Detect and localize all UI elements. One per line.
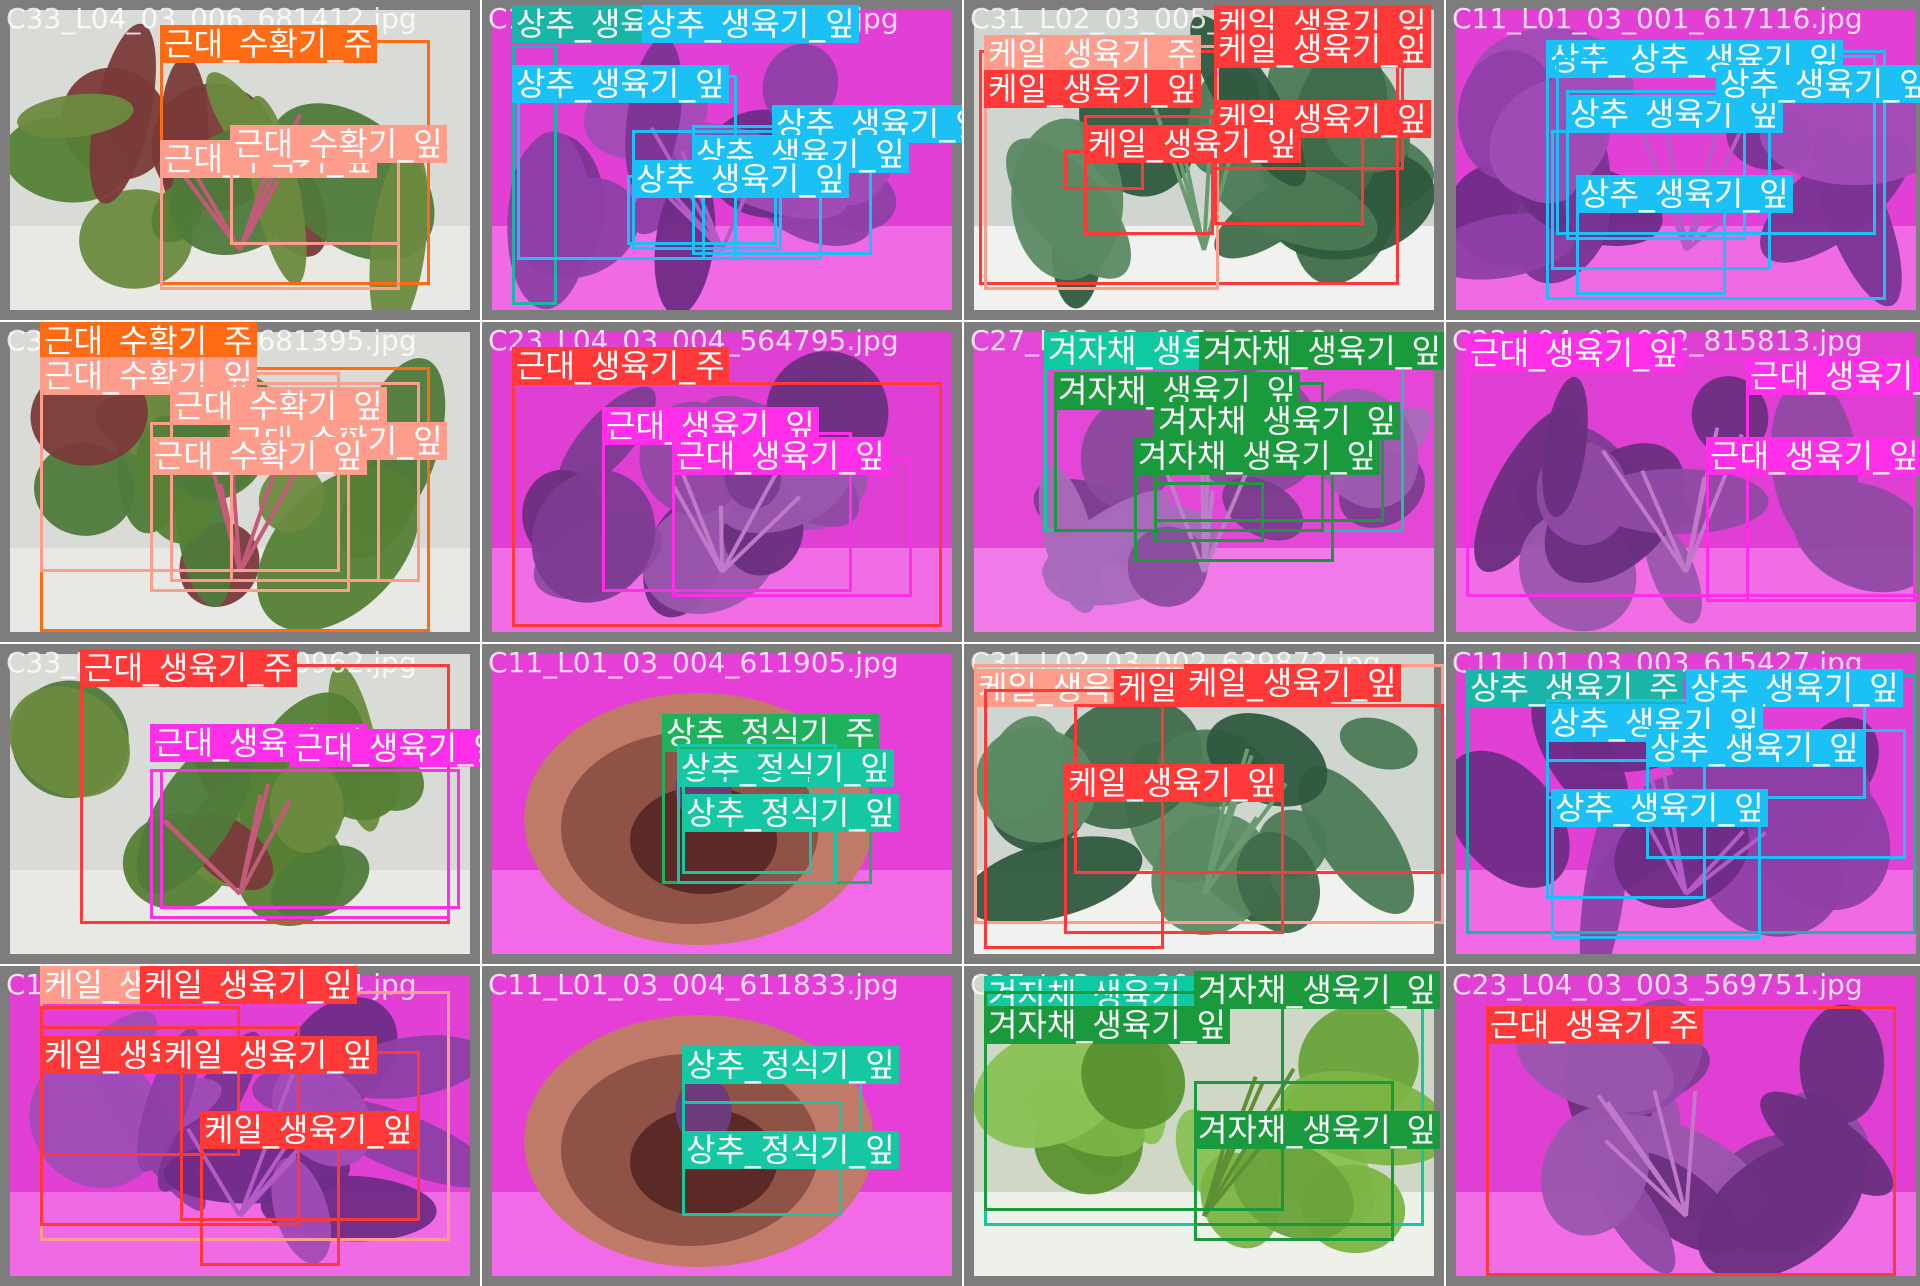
bounding-box [672,457,912,597]
class-label: 케일_생육기_주 [984,35,1201,73]
class-label: 상추_생육기_잎 [1646,729,1863,767]
class-label: 근대_생육기_잎 [1466,334,1683,372]
mosaic-tile: C31_L02_03_002_639872.jpg 케일_생육기_주 케일_생육기_… [964,644,1444,964]
class-label: 근대_생육기_주 [512,347,729,385]
mosaic-tile: C33_L04_03_006_681412.jpg 근대_수확기_주 근대_수확기_… [0,0,480,320]
class-label: 케일_생육기_잎 [1064,764,1281,802]
mosaic-tile: C11_L01_03_004_611833.jpg 상추_정식기_잎 상추_정식기_… [482,966,962,1286]
class-label: 상추_정식기_잎 [682,1046,899,1084]
class-label: 케일_생육기_잎 [1214,30,1431,68]
bounding-box [160,769,460,909]
class-label: 상추_정식기_잎 [682,794,899,832]
class-label: 상추_생육기_잎 [1686,669,1903,707]
detection-mosaic: C33_L04_03_006_681412.jpg 근대_수확기_주 근대_수확기_… [0,0,1920,1286]
class-label: 겨자채_생육기_잎 [1134,437,1381,475]
class-label: 상추_정식기_잎 [682,1131,899,1169]
mosaic-tile: C33_L04_02_003_680962.jpg근대_생육기_주근대_생육기_… [0,644,480,964]
class-label: 상추_생육기_잎 [1716,65,1920,103]
bounding-box [1154,482,1264,542]
bounding-box [1706,462,1916,602]
mosaic-tile: C31_L02_03_005_632214.jpg 케일_생육기_잎 케일_생육기_… [964,0,1444,320]
filename-label: C11_L01_03_001_617116.jpg [1452,2,1863,35]
class-label: 근대_생육기_잎 [1706,437,1920,475]
class-label: 케일_생육기_잎 [140,966,357,1004]
class-label: 근대_생육기_잎 [672,437,889,475]
mosaic-tile: C11_L01_03_004_611905.jpg 상추_정식기_주 상추_정식기_… [482,644,962,964]
class-label: 케일_생육기_잎 [1184,664,1401,702]
class-label: 겨자채_생육기_잎 [1199,332,1444,370]
bounding-box [1486,1006,1896,1276]
class-label: 근대_수확기_주 [160,25,377,63]
class-label: 케일_생육기_잎 [1084,125,1301,163]
class-label: 케일_생육기_잎 [200,1111,417,1149]
mosaic-tile: C27_L03_03_005_845612.jpg겨자채_생육기_주겨자채_생육… [964,322,1444,642]
mosaic-tile: C23_L04_03_002_815813.jpg근대_생육기_잎근대_생육기_… [1446,322,1920,642]
class-label: 겨자채_생육기_잎 [1194,1111,1441,1149]
filename-label: C23_L04_03_003_569751.jpg [1452,968,1863,1001]
class-label: 근대_수확기_잎 [230,125,447,163]
class-label: 근대_생육기_주 [80,649,297,687]
class-label: 근대_생육기_주 [1486,1006,1703,1044]
class-label: 근대_수확기_주 [40,322,257,360]
mosaic-tile: C23_L04_03_004_564795.jpg 근대_생육기_주 근대_생육기_… [482,322,962,642]
class-label: 근대_생육기_잎 [290,729,480,767]
class-label: 상추_생육기_잎 [1576,175,1793,213]
class-label: 상추_생육기_잎 [632,160,849,198]
filename-label: C11_L01_03_004_611833.jpg [488,968,899,1001]
mosaic-tile: C11_L02_03_004_611874.jpg케일_생육기_주케일_생육기_… [0,966,480,1286]
class-label: 겨자채_생육기_잎 [1194,971,1441,1009]
mosaic-tile: C11_L01_03_003_615427.jpg 상추_생육기_주 상추_생육기_… [1446,644,1920,964]
class-label: 근대_수확기_잎 [150,437,367,475]
mosaic-tile: C23_L04_03_003_569751.jpg 근대_생육기_주 [1446,966,1920,1286]
class-label: 겨자채_생육기_잎 [1154,402,1401,440]
class-label: 겨자채_생육기_잎 [984,1006,1231,1044]
filename-label: C11_L01_03_004_611905.jpg [488,646,899,679]
class-label: 상추_생육기_잎 [642,5,859,43]
mosaic-tile: C27_L03_03_006_845659.jpg겨자채_생육기_주겨자채_생육… [964,966,1444,1286]
mosaic-tile: C33_L04_02_003_681395.jpg근대_수확기_주근대_수확기_… [0,322,480,642]
class-label: 근대_수확기_잎 [170,387,387,425]
mosaic-tile: C11_L01_03_004_613111.jpg상추_생육기_주상추_생육기_… [482,0,962,320]
class-label: 케일_생육기_잎 [984,70,1201,108]
mosaic-tile: C11_L01_03_001_617116.jpg 상추_생육기_잎 상추_생육기_… [1446,0,1920,320]
class-label: 상추_생육기_잎 [512,65,729,103]
class-label: 상추_생육기_잎 [1551,789,1768,827]
class-label: 근대_생육기_잎 [1746,357,1920,395]
